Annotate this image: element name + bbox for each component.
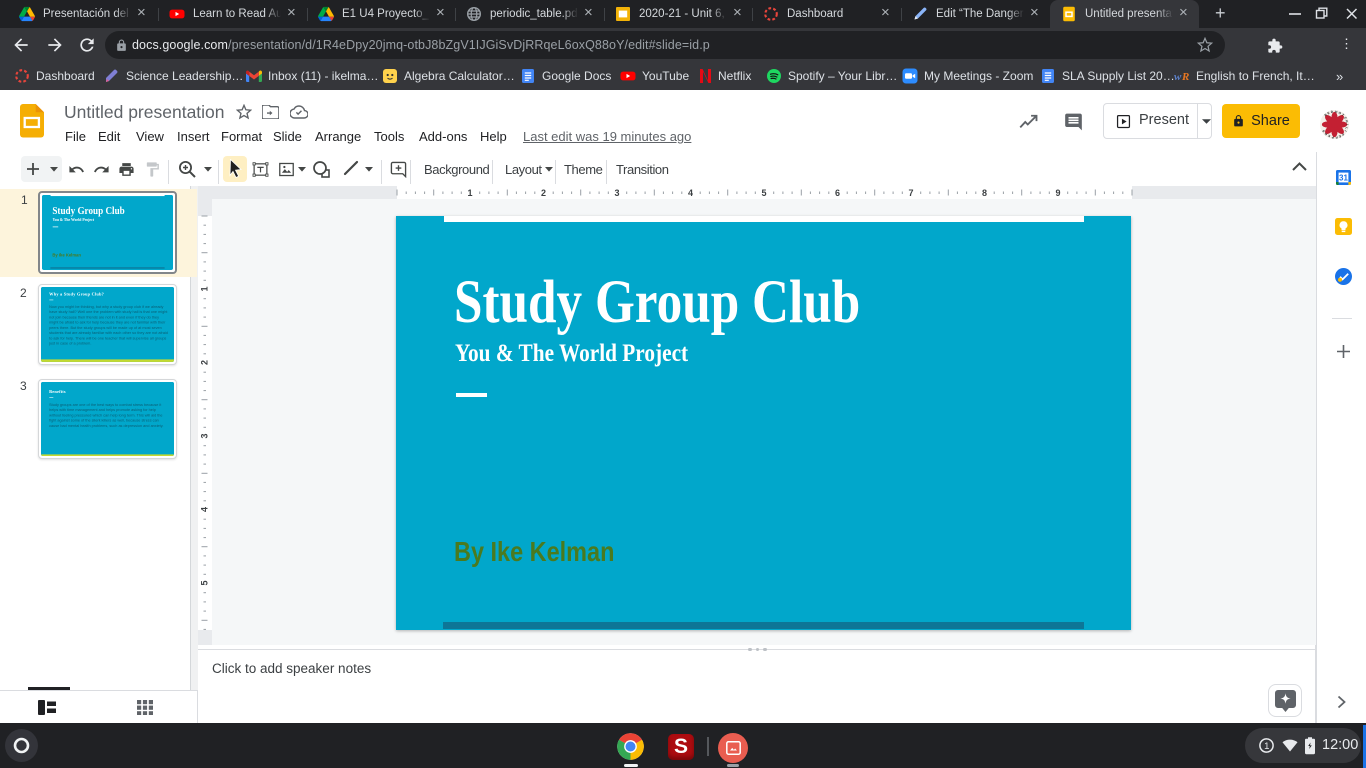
svg-text:9: 9 <box>1055 188 1060 198</box>
svg-text:1: 1 <box>1264 741 1269 752</box>
svg-text:6: 6 <box>835 188 840 198</box>
svg-text:R: R <box>1181 71 1189 83</box>
svg-text:2: 2 <box>541 188 546 198</box>
svg-text:1: 1 <box>200 286 210 291</box>
svg-text:1: 1 <box>467 188 472 198</box>
svg-text:31: 31 <box>1339 174 1348 183</box>
svg-text:5: 5 <box>200 580 210 585</box>
svg-text:8: 8 <box>982 188 987 198</box>
svg-text:5: 5 <box>761 188 766 198</box>
svg-text:4: 4 <box>200 507 210 512</box>
svg-text:2: 2 <box>200 360 210 365</box>
svg-text:3: 3 <box>614 188 619 198</box>
svg-text:4: 4 <box>688 188 693 198</box>
svg-text:3: 3 <box>200 433 210 438</box>
svg-text:w: w <box>1174 71 1182 83</box>
svg-text:7: 7 <box>908 188 913 198</box>
svg-text:P: P <box>1335 135 1338 139</box>
